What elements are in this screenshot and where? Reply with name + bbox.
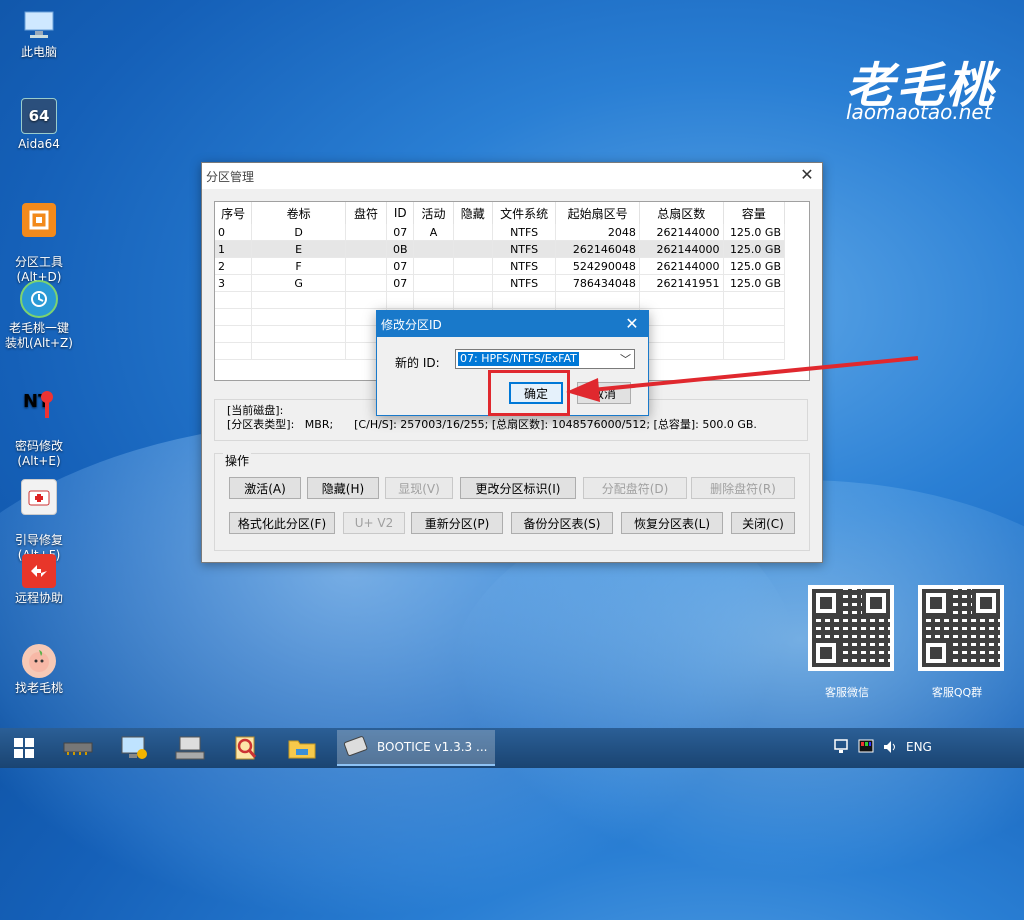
language-indicator[interactable]: ENG bbox=[906, 740, 932, 754]
keyboard-computer-icon[interactable] bbox=[170, 732, 210, 764]
network-computer-icon[interactable] bbox=[114, 732, 154, 764]
taskbar-app-title: BOOTICE v1.3.3 ... bbox=[377, 740, 488, 754]
bootice-icon bbox=[343, 736, 368, 756]
search-magnifier-icon[interactable] bbox=[226, 732, 266, 764]
network-status-icon[interactable] bbox=[834, 739, 852, 758]
taskbar-app-bootice[interactable]: BOOTICE v1.3.3 ... bbox=[337, 730, 495, 766]
start-button[interactable] bbox=[4, 732, 44, 764]
volume-icon[interactable] bbox=[882, 739, 898, 758]
color-display-icon[interactable] bbox=[858, 739, 874, 758]
windows-logo-icon bbox=[14, 738, 34, 758]
memory-chip-icon[interactable] bbox=[58, 732, 98, 764]
folder-icon[interactable] bbox=[282, 732, 322, 764]
taskbar: BOOTICE v1.3.3 ... ENG bbox=[0, 728, 1024, 768]
annotation-arrow-icon bbox=[566, 356, 919, 402]
